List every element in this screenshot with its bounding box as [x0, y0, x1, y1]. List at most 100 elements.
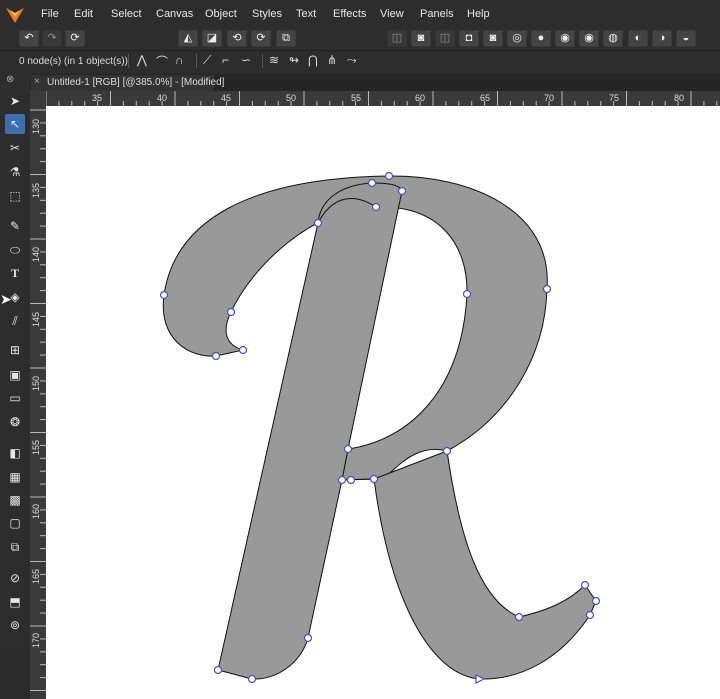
- menu-styles[interactable]: Styles: [252, 8, 282, 20]
- rotate-left-button[interactable]: ⟲: [227, 30, 247, 47]
- text-tool[interactable]: T: [5, 263, 25, 283]
- refresh-button[interactable]: ⟳: [65, 30, 85, 47]
- gradient-icon: ◧: [9, 446, 21, 460]
- letter-r-artwork[interactable]: [46, 106, 720, 699]
- crop-icon: ▭: [9, 391, 21, 405]
- vruler-label: 165: [31, 568, 41, 584]
- align-icon: ◐: [634, 32, 642, 44]
- menu-panels[interactable]: Panels: [420, 8, 454, 20]
- flip-vertical-button[interactable]: ◪: [202, 30, 222, 47]
- ruler-origin[interactable]: [30, 91, 46, 106]
- marquee-tool[interactable]: ⬚: [5, 186, 25, 206]
- link-tool[interactable]: ⊚: [5, 615, 25, 635]
- undo-button[interactable]: ↶: [19, 30, 39, 47]
- r-leg-shape: [373, 450, 597, 680]
- menu-text[interactable]: Text: [296, 8, 316, 20]
- order-backward-icon: ◉: [584, 32, 594, 44]
- menu-effects[interactable]: Effects: [333, 8, 366, 20]
- menu-select[interactable]: Select: [111, 8, 142, 20]
- ellipse-tool[interactable]: ⬭: [5, 240, 25, 260]
- flip-horizontal-button[interactable]: ◭: [178, 30, 198, 47]
- brush-tool[interactable]: ⫽: [5, 311, 25, 331]
- warp-tool[interactable]: ❂: [5, 412, 25, 432]
- pattern-icon: ▩: [9, 493, 21, 507]
- vector-brush-tool[interactable]: ⊞: [5, 340, 25, 360]
- frame-tool[interactable]: ▢: [5, 513, 25, 533]
- menu-object[interactable]: Object: [205, 8, 237, 20]
- warp-icon: ❂: [9, 415, 21, 429]
- tools-close-icon[interactable]: ⊗: [6, 74, 14, 85]
- boolean-add-button[interactable]: ◫: [387, 30, 407, 47]
- flip-horizontal-icon: ◭: [183, 32, 193, 44]
- frame-icon: ▢: [9, 516, 21, 530]
- combine-button[interactable]: ◎: [507, 30, 527, 47]
- document-tab-title: Untitled-1 [RGB] [@385.0%] - [Modified]: [47, 77, 225, 88]
- align-button[interactable]: ◐: [628, 30, 648, 47]
- boolean-subtract-button[interactable]: ◙: [411, 30, 431, 47]
- vruler-label: 170: [31, 632, 41, 648]
- redo-icon: ↷: [47, 32, 57, 44]
- menu-view[interactable]: View: [380, 8, 404, 20]
- snapping-button[interactable]: ◒: [676, 30, 696, 47]
- menu-canvas[interactable]: Canvas: [156, 8, 193, 20]
- hruler-label: 80: [674, 93, 685, 103]
- boolean-intersect-button[interactable]: ◫: [435, 30, 455, 47]
- join-curves-icon[interactable]: ≋: [269, 53, 279, 67]
- close-tab-icon[interactable]: ×: [34, 76, 40, 87]
- order-backward-button[interactable]: ◉: [579, 30, 599, 47]
- path-node: [514, 612, 524, 622]
- convert-smooth-icon[interactable]: ∽: [241, 53, 251, 67]
- scissors-tool[interactable]: ✂: [5, 138, 25, 158]
- smooth-node-icon[interactable]: ⌒: [156, 53, 168, 70]
- pattern-tool[interactable]: ▩: [5, 490, 25, 510]
- ellipse-icon: ⬭: [9, 243, 21, 257]
- vruler-label: 150: [31, 375, 41, 391]
- order-front-button[interactable]: ●: [531, 30, 551, 47]
- path-node: [397, 186, 407, 196]
- hruler-label: 65: [480, 93, 491, 103]
- menu-help[interactable]: Help: [467, 8, 490, 20]
- rotate-right-button[interactable]: ⟳: [251, 30, 271, 47]
- refresh-icon: ⟳: [70, 32, 80, 44]
- pointer-icon: ➤: [9, 94, 21, 108]
- mesh-tool[interactable]: ▦: [5, 467, 25, 487]
- menu-file[interactable]: File: [41, 8, 59, 20]
- order-forward-button[interactable]: ◉: [555, 30, 575, 47]
- path-node: [591, 596, 601, 606]
- node-tool[interactable]: ↖: [5, 114, 25, 134]
- distribute-button[interactable]: ◑: [652, 30, 672, 47]
- smart-node-icon[interactable]: ∩: [175, 53, 184, 67]
- crop-tool[interactable]: ▭: [5, 388, 25, 408]
- transparency-tool[interactable]: ▣: [5, 365, 25, 385]
- hruler-label: 55: [351, 93, 362, 103]
- pen-tool[interactable]: ✎: [5, 216, 25, 236]
- menu-edit[interactable]: Edit: [74, 8, 93, 20]
- convert-curve-icon[interactable]: ⌐: [222, 53, 229, 67]
- break-curve-icon[interactable]: ↬: [289, 53, 299, 67]
- path-node: [337, 475, 347, 485]
- copy-tool[interactable]: ⧉: [5, 537, 25, 557]
- close-curve-icon[interactable]: ⋂: [308, 53, 318, 67]
- path-node: [226, 307, 236, 317]
- order-back-button[interactable]: ◍: [603, 30, 623, 47]
- gradient-tool[interactable]: ◧: [5, 443, 25, 463]
- path-node: [442, 446, 452, 456]
- fill-tool[interactable]: ⚗: [5, 162, 25, 182]
- sharp-node-icon[interactable]: ⋀: [137, 53, 147, 67]
- zoom-tool[interactable]: ⊘: [5, 568, 25, 588]
- link-icon: ⊚: [9, 618, 21, 632]
- pointer-tool[interactable]: ➤: [5, 91, 25, 111]
- boolean-xor-button[interactable]: ◘: [459, 30, 479, 47]
- path-node: [580, 580, 590, 590]
- reverse-curve-icon[interactable]: ⋔: [327, 53, 337, 67]
- node-tool-icon: ↖: [9, 117, 21, 131]
- boolean-divide-button[interactable]: ◙: [483, 30, 503, 47]
- document-canvas[interactable]: [46, 106, 720, 699]
- smooth-curve-icon[interactable]: ⤳: [347, 53, 357, 68]
- redo-button[interactable]: ↷: [42, 30, 62, 47]
- path-node: [346, 475, 356, 485]
- convert-line-icon[interactable]: ⟋: [203, 53, 211, 68]
- path-node: [213, 665, 223, 675]
- transform-button[interactable]: ⧉: [276, 30, 296, 47]
- export-tool[interactable]: ⬒: [5, 592, 25, 612]
